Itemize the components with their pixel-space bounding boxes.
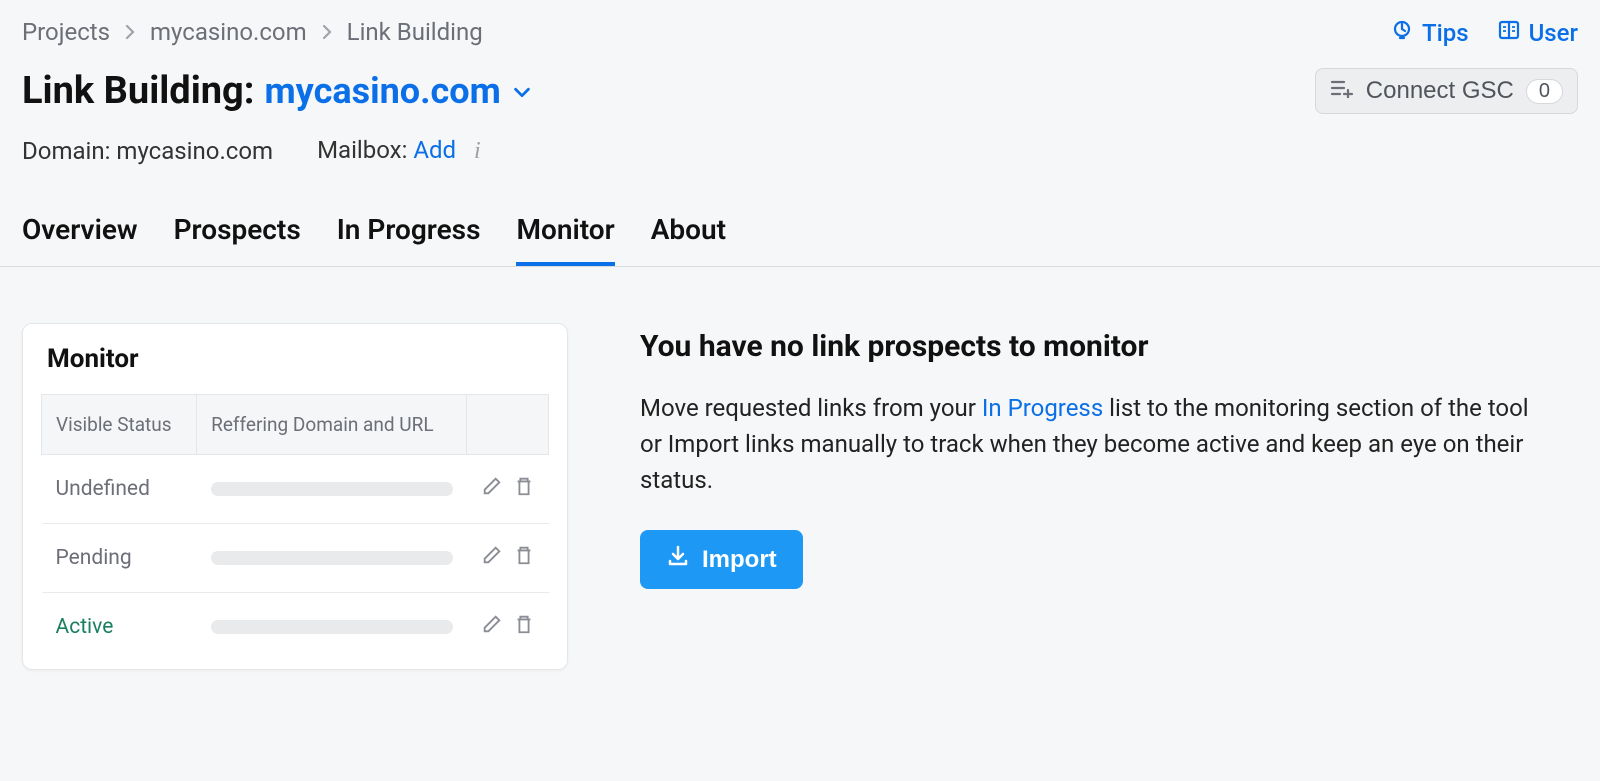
list-plus-icon (1330, 77, 1354, 105)
domain-label: Domain: (22, 137, 110, 165)
placeholder-bar (211, 482, 453, 496)
empty-state: You have no link prospects to monitor Mo… (640, 323, 1578, 589)
mailbox-add-link[interactable]: Add (413, 136, 456, 164)
edit-icon[interactable] (481, 475, 503, 503)
domain-value: mycasino.com (116, 137, 273, 165)
tips-label: Tips (1422, 19, 1469, 47)
info-icon[interactable]: i (462, 138, 481, 164)
placeholder-bar (211, 551, 453, 565)
monitor-table: Visible Status Reffering Domain and URL … (41, 394, 549, 661)
delete-icon[interactable] (513, 475, 535, 503)
monitor-card-title: Monitor (41, 344, 549, 374)
breadcrumb-current: Link Building (347, 18, 483, 46)
table-row: Active (42, 593, 549, 662)
col-actions (467, 395, 549, 455)
tab-in-progress[interactable]: In Progress (337, 213, 481, 266)
page-title: Link Building: (22, 69, 254, 113)
delete-icon[interactable] (513, 544, 535, 572)
status-cell: Pending (42, 524, 197, 593)
chevron-down-icon (511, 70, 533, 112)
url-cell (197, 455, 467, 524)
tab-about[interactable]: About (651, 213, 726, 266)
tab-monitor[interactable]: Monitor (516, 213, 614, 266)
project-dropdown[interactable]: mycasino.com (264, 70, 532, 112)
mailbox-label: Mailbox: (317, 136, 407, 164)
actions-cell (467, 593, 549, 662)
import-button[interactable]: Import (640, 530, 803, 589)
tab-prospects[interactable]: Prospects (174, 213, 301, 266)
actions-cell (467, 524, 549, 593)
connect-gsc-label: Connect GSC (1366, 77, 1514, 105)
status-cell: Active (42, 593, 197, 662)
col-referring-domain: Reffering Domain and URL (197, 395, 467, 455)
breadcrumb-project[interactable]: mycasino.com (150, 18, 307, 46)
chevron-right-icon (124, 18, 136, 46)
status-cell: Undefined (42, 455, 197, 524)
import-label: Import (702, 546, 777, 574)
user-link[interactable]: User (1497, 18, 1578, 48)
edit-icon[interactable] (481, 544, 503, 572)
edit-icon[interactable] (481, 613, 503, 641)
connect-gsc-count: 0 (1526, 79, 1563, 104)
tips-link[interactable]: Tips (1390, 18, 1469, 48)
breadcrumb-projects[interactable]: Projects (22, 18, 110, 46)
download-icon (666, 544, 690, 575)
placeholder-bar (211, 620, 453, 634)
empty-text: Move requested links from your In Progre… (640, 390, 1540, 498)
project-name: mycasino.com (264, 70, 500, 112)
in-progress-link[interactable]: In Progress (982, 394, 1103, 422)
monitor-card: Monitor Visible Status Reffering Domain … (22, 323, 568, 670)
url-cell (197, 524, 467, 593)
delete-icon[interactable] (513, 613, 535, 641)
connect-gsc-button[interactable]: Connect GSC 0 (1315, 68, 1578, 114)
breadcrumb: Projects mycasino.com Link Building (22, 18, 1578, 46)
col-visible-status: Visible Status (42, 395, 197, 455)
chevron-right-icon (321, 18, 333, 46)
table-row: Undefined (42, 455, 549, 524)
user-label: User (1529, 19, 1578, 47)
book-icon (1497, 18, 1521, 48)
lightbulb-icon (1390, 18, 1414, 48)
tab-overview[interactable]: Overview (22, 213, 138, 266)
url-cell (197, 593, 467, 662)
empty-heading: You have no link prospects to monitor (640, 329, 1578, 364)
table-row: Pending (42, 524, 549, 593)
actions-cell (467, 455, 549, 524)
tabs: Overview Prospects In Progress Monitor About (0, 213, 1600, 267)
